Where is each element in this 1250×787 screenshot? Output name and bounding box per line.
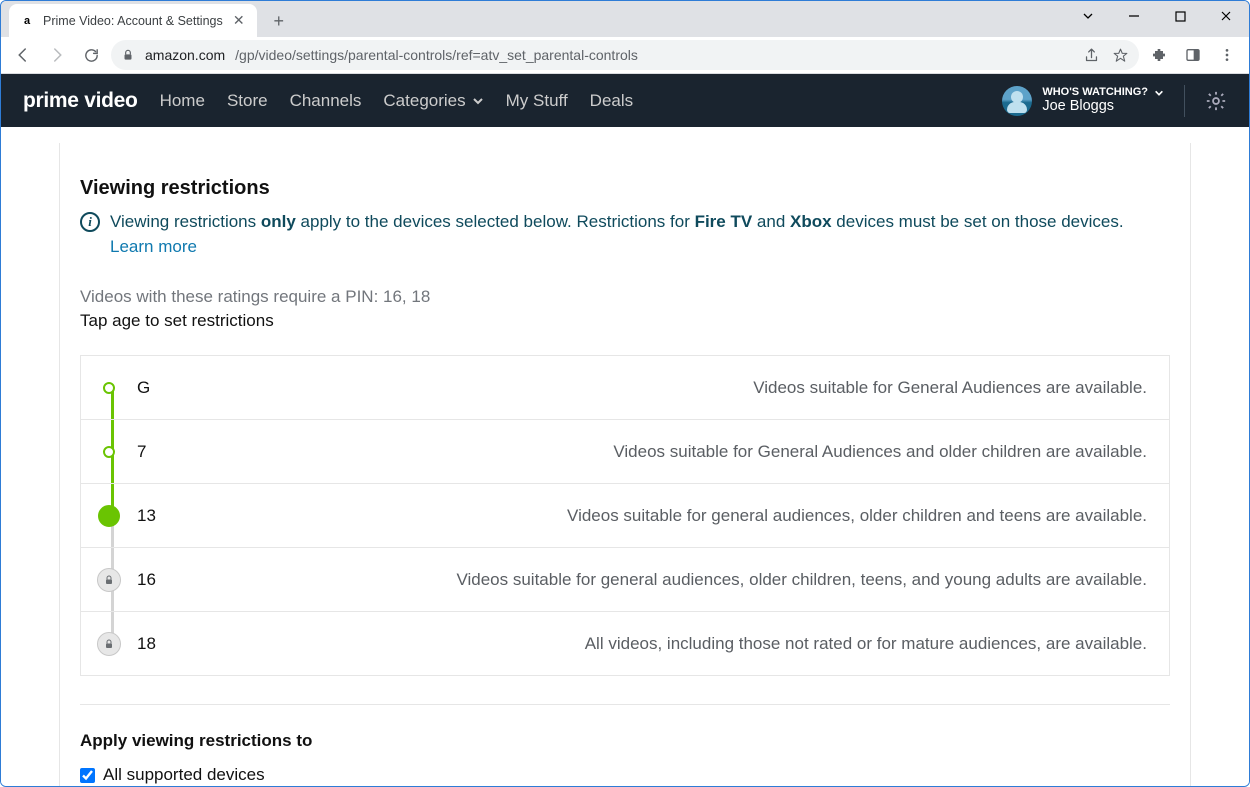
bookmark-star-icon[interactable] [1112,47,1129,64]
address-bar[interactable]: amazon.com/gp/video/settings/parental-co… [111,40,1139,70]
tab-title: Prime Video: Account & Settings [43,14,223,28]
side-panel-icon[interactable] [1179,41,1207,69]
tap-age-hint: Tap age to set restrictions [80,311,1170,331]
tab-strip: Prime Video: Account & Settings ✕ + [1,1,1249,37]
profile-switcher[interactable]: WHO'S WATCHING? Joe Bloggs [1002,86,1164,116]
nav-mystuff[interactable]: My Stuff [506,91,568,111]
close-window-button[interactable] [1203,1,1249,31]
open-circle-icon [103,446,115,458]
browser-toolbar: amazon.com/gp/video/settings/parental-co… [1,37,1249,74]
whos-watching-label: WHO'S WATCHING? [1042,86,1148,98]
close-tab-icon[interactable]: ✕ [231,13,247,29]
nav-channels[interactable]: Channels [290,91,362,111]
chevron-down-icon[interactable] [1065,1,1111,31]
share-icon[interactable] [1083,47,1100,64]
url-path: /gp/video/settings/parental-controls/ref… [235,47,638,63]
pin-ratings-hint: Videos with these ratings require a PIN:… [80,287,1170,307]
primevideo-logo[interactable]: prime video [23,89,138,113]
checkbox-all-devices[interactable] [80,768,95,783]
window-controls [1065,1,1249,37]
apply-heading: Apply viewing restrictions to [80,731,1170,751]
section-title: Viewing restrictions [80,177,1170,200]
extensions-icon[interactable] [1145,41,1173,69]
amazon-favicon [19,13,35,29]
nav-deals[interactable]: Deals [590,91,633,111]
chevron-down-icon [472,95,484,107]
learn-more-link[interactable]: Learn more [110,237,197,256]
browser-window: Prime Video: Account & Settings ✕ + amaz… [0,0,1250,787]
menu-icon[interactable] [1213,41,1241,69]
nav-home[interactable]: Home [160,91,205,111]
age-restriction-ladder: G Videos suitable for General Audiences … [80,355,1170,676]
age-rung-16[interactable]: 16 Videos suitable for general audiences… [81,548,1169,612]
chevron-down-icon [1154,88,1164,98]
lock-icon [97,632,121,656]
age-rung-18[interactable]: 18 All videos, including those not rated… [81,612,1169,676]
age-rung-G[interactable]: G Videos suitable for General Audiences … [81,356,1169,420]
open-circle-icon [103,382,115,394]
lock-icon [97,568,121,592]
primevideo-navbar: prime video Home Store Channels Categori… [1,74,1249,127]
nav-store[interactable]: Store [227,91,268,111]
profile-name: Joe Bloggs [1042,99,1164,115]
age-rung-7[interactable]: 7 Videos suitable for General Audiences … [81,420,1169,484]
minimize-button[interactable] [1111,1,1157,31]
info-icon: i [80,212,100,232]
url-host: amazon.com [145,47,225,63]
lock-icon [121,48,135,62]
forward-button[interactable] [43,41,71,69]
reload-button[interactable] [77,41,105,69]
nav-categories[interactable]: Categories [383,91,483,111]
info-banner: i Viewing restrictions only apply to the… [80,210,1170,259]
new-tab-button[interactable]: + [265,7,293,35]
back-button[interactable] [9,41,37,69]
device-checkbox-all[interactable]: All supported devices [80,765,1170,785]
age-rung-13[interactable]: 13 Videos suitable for general audiences… [81,484,1169,548]
settings-gear-icon[interactable] [1205,90,1227,112]
maximize-button[interactable] [1157,1,1203,31]
browser-tab[interactable]: Prime Video: Account & Settings ✕ [9,4,257,37]
settings-card: Viewing restrictions i Viewing restricti… [59,143,1191,786]
avatar-icon [1002,86,1032,116]
active-circle-icon [98,505,120,527]
